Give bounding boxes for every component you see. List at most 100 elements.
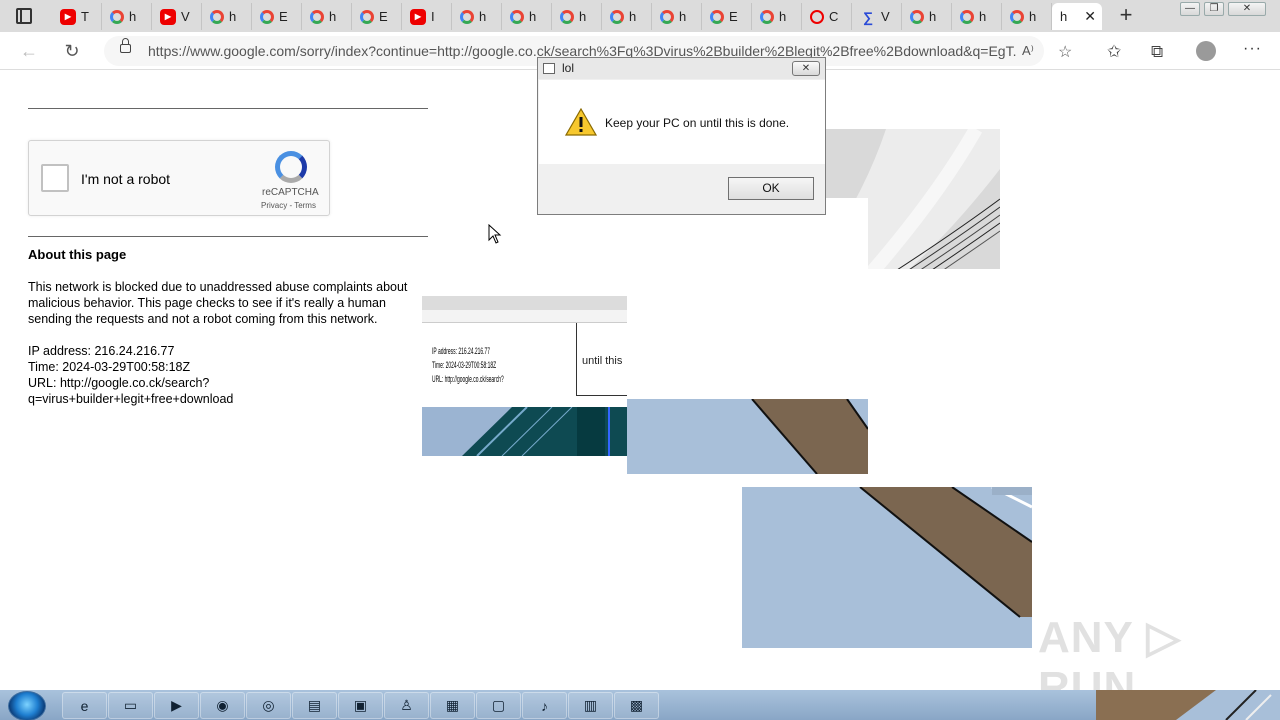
folder-icon[interactable]: ▭ [108,692,153,719]
minimize-button[interactable]: — [1180,2,1200,16]
document-icon[interactable]: ▥ [568,692,613,719]
calculator-icon[interactable]: ▩ [614,692,659,719]
reload-button[interactable]: ↻ [61,40,83,62]
app-icon[interactable]: ♪ [522,692,567,719]
collections-icon[interactable]: ⧉ [1151,42,1163,62]
youtube-icon [810,9,824,24]
tab[interactable]: h [102,3,152,30]
tab-active[interactable]: h ✕ [1052,3,1102,30]
dialog-titlebar[interactable]: lol ✕ [538,58,825,79]
divider [28,236,428,237]
tab[interactable]: h [752,3,802,30]
tab[interactable]: ∑ V [852,3,902,30]
glitch-taskbar-fragment [1096,690,1280,720]
display-icon[interactable]: ▢ [476,692,521,719]
tab[interactable]: h [952,3,1002,30]
tab-label: h [779,9,787,24]
lock-icon[interactable] [120,38,131,53]
restore-button[interactable]: ❐ [1204,2,1224,16]
tab-label: h [1029,9,1037,24]
warning-icon [565,108,597,136]
google-icon [960,9,974,24]
divider [28,108,428,109]
about-title: About this page [28,247,127,262]
edge-icon[interactable]: ◎ [246,692,291,719]
media-player-icon[interactable]: ▶ [154,692,199,719]
google-icon [910,9,924,24]
ip-address: IP address: 216.24.216.77 [28,344,175,358]
tab[interactable]: E [352,3,402,30]
tab-label: V [181,9,190,24]
favorites-icon[interactable]: ✩ [1107,42,1121,62]
ok-button[interactable]: OK [728,177,814,200]
tab-label: h [129,9,137,24]
new-tab-button[interactable]: + [1116,4,1136,26]
close-tab-icon[interactable]: ✕ [1084,8,1096,25]
tab[interactable]: E [702,3,752,30]
tab-label: I [431,9,435,24]
glitch-white-block [627,198,868,399]
tab-label: E [279,9,288,24]
close-window-button[interactable]: ✕ [1228,2,1266,16]
screen: ▶ T h ▶ V h E h E ▶ I h h h h h E h C ∑ V h … [0,0,1280,720]
tab-label: h [979,9,987,24]
ie-icon[interactable]: e [62,692,107,719]
glitch-tabstrip [422,296,627,310]
google-icon [210,9,224,24]
glitch-dialog-text: until this [582,355,623,367]
recaptcha-links[interactable]: Privacy - Terms [261,201,316,210]
google-icon [460,9,474,24]
read-aloud-icon[interactable]: A⁾ [1022,43,1034,59]
glitch-fragment-screenshot: IP address: 216.24.216.77 Time: 2024-03-2… [422,296,627,456]
notepad-icon[interactable]: ▤ [292,692,337,719]
captcha-checkbox[interactable] [41,164,69,192]
tab-label: T [81,9,89,24]
tab[interactable]: ▶ V [152,3,202,30]
captcha-label: I'm not a robot [81,171,171,187]
back-button[interactable]: ← [18,40,40,62]
tab-label: h [929,9,937,24]
glitch-taskbar-art [1096,690,1280,720]
tab[interactable]: h [302,3,352,30]
url-line: URL: http://google.co.ck/search? [28,376,210,390]
tab[interactable]: h [652,3,702,30]
about-text-line: sending the requests and not a robot com… [28,312,378,326]
app-icon[interactable]: ♙ [384,692,429,719]
glitch-river-fragment [627,399,868,474]
tab[interactable]: ▶ T [52,3,102,30]
terminal-icon[interactable]: ▣ [338,692,383,719]
google-icon [360,9,374,24]
dialog-close-button[interactable]: ✕ [792,61,820,76]
tab-label: V [881,9,890,24]
tab[interactable]: h [602,3,652,30]
tab-label: C [829,9,839,24]
tab-label: h [629,9,637,24]
tab[interactable]: h [452,3,502,30]
tab-actions-icon[interactable] [16,8,32,24]
glitch-wall-strip [422,407,627,456]
google-icon [760,9,774,24]
start-button[interactable] [8,691,46,720]
taskbar: e ▭ ▶ ◉ ◎ ▤ ▣ ♙ ▦ ▢ ♪ ▥ ▩ [0,690,1280,720]
app-icon[interactable]: ▦ [430,692,475,719]
url-line: q=virus+builder+legit+free+download [28,392,234,406]
tab[interactable]: h [1002,3,1052,30]
ms-icon: ∑ [863,8,873,25]
window-controls: — ❐ ✕ [1180,2,1266,16]
tab[interactable]: E [252,3,302,30]
youtube-icon: ▶ [60,8,76,25]
more-menu-icon[interactable]: ··· [1243,40,1262,58]
chrome-icon[interactable]: ◉ [200,692,245,719]
tab[interactable]: C [802,3,852,30]
tab[interactable]: h [902,3,952,30]
recaptcha-widget: I'm not a robot reCAPTCHA Privacy - Term… [28,140,330,216]
dialog-message: Keep your PC on until this is done. [605,116,790,130]
add-favorite-icon[interactable]: ☆ [1058,42,1072,62]
tab[interactable]: h [202,3,252,30]
glitch-river-fragment [742,487,1032,648]
tab[interactable]: ▶ I [402,3,452,30]
tab[interactable]: h [502,3,552,30]
google-icon [110,9,124,24]
profile-avatar[interactable] [1196,41,1216,61]
tab[interactable]: h [552,3,602,30]
